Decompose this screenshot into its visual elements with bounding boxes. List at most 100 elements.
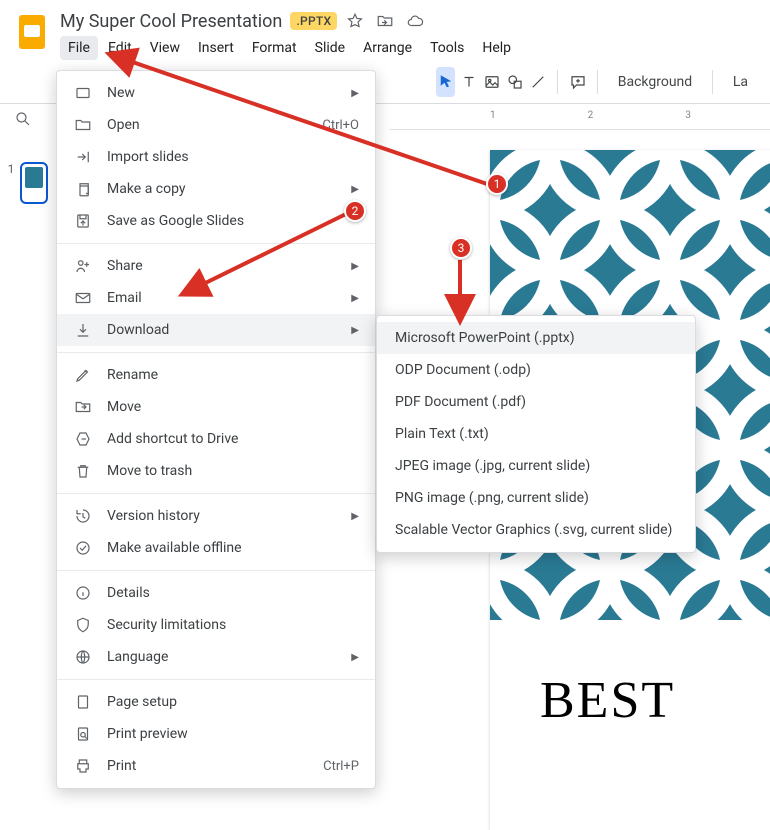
folder-icon (73, 115, 93, 135)
chevron-right-icon: ▶ (351, 652, 359, 663)
menu-insert[interactable]: Insert (190, 36, 242, 60)
menubar: File Edit View Insert Format Slide Arran… (60, 36, 758, 60)
menu-label: Make a copy (107, 181, 337, 197)
chevron-right-icon: ▶ (351, 184, 359, 195)
move-icon (73, 397, 93, 417)
left-rail: 1 (0, 110, 56, 204)
menu-label: Details (107, 585, 359, 601)
ruler-tick: 3 (685, 110, 691, 129)
menu-separator (57, 493, 375, 494)
shield-icon (73, 615, 93, 635)
comment-tool-icon[interactable] (568, 67, 587, 97)
menu-shortcut: Ctrl+P (323, 759, 359, 774)
menu-label: Version history (107, 508, 337, 524)
globe-icon (73, 647, 93, 667)
menu-edit[interactable]: Edit (100, 36, 140, 60)
info-icon (73, 583, 93, 603)
menu-language[interactable]: Language ▶ (57, 641, 375, 673)
download-odp[interactable]: ODP Document (.odp) (377, 354, 695, 386)
download-svg[interactable]: Scalable Vector Graphics (.svg, current … (377, 514, 695, 546)
search-icon[interactable] (14, 110, 42, 138)
menu-add-shortcut[interactable]: Add shortcut to Drive (57, 423, 375, 455)
menu-details[interactable]: Details (57, 577, 375, 609)
horizontal-ruler: 1 2 3 (390, 110, 770, 130)
menu-label: Share (107, 258, 337, 274)
download-txt[interactable]: Plain Text (.txt) (377, 418, 695, 450)
menu-offline[interactable]: Make available offline (57, 532, 375, 564)
menu-shortcut: Ctrl+O (322, 118, 359, 133)
menu-format[interactable]: Format (244, 36, 305, 60)
menu-label: Add shortcut to Drive (107, 431, 359, 447)
email-icon (73, 288, 93, 308)
menu-rename[interactable]: Rename (57, 359, 375, 391)
move-folder-icon[interactable] (375, 11, 395, 31)
doc-title[interactable]: My Super Cool Presentation (60, 11, 282, 32)
ruler-tick: 2 (588, 110, 594, 129)
share-icon (73, 256, 93, 276)
menu-arrange[interactable]: Arrange (355, 36, 420, 60)
cloud-status-icon[interactable] (405, 11, 425, 31)
menu-label: Email (107, 290, 337, 306)
ruler-tick: 1 (490, 110, 496, 129)
file-menu-dropdown: New ▶ Open Ctrl+O Import slides Make a c… (56, 70, 376, 789)
image-tool-icon[interactable] (482, 67, 501, 97)
text-box-tool-icon[interactable] (459, 67, 478, 97)
menu-label: Open (107, 117, 308, 133)
slide-heading[interactable]: BEST (540, 671, 675, 730)
slides-logo-icon[interactable] (12, 12, 52, 52)
menu-label: Import slides (107, 149, 359, 165)
slide-number: 1 (8, 162, 15, 204)
menu-separator (57, 679, 375, 680)
menu-file[interactable]: File (60, 36, 98, 60)
download-pdf[interactable]: PDF Document (.pdf) (377, 386, 695, 418)
menu-move-trash[interactable]: Move to trash (57, 455, 375, 487)
menu-download[interactable]: Download ▶ (57, 314, 375, 346)
pencil-icon (73, 365, 93, 385)
menu-share[interactable]: Share ▶ (57, 250, 375, 282)
shape-tool-icon[interactable] (505, 67, 524, 97)
menu-tools[interactable]: Tools (422, 36, 472, 60)
menu-email[interactable]: Email ▶ (57, 282, 375, 314)
menu-label: Security limitations (107, 617, 359, 633)
menu-version-history[interactable]: Version history ▶ (57, 500, 375, 532)
import-icon (73, 147, 93, 167)
menu-open[interactable]: Open Ctrl+O (57, 109, 375, 141)
menu-page-setup[interactable]: Page setup (57, 686, 375, 718)
print-preview-icon (73, 724, 93, 744)
menu-label: Rename (107, 367, 359, 383)
download-submenu: Microsoft PowerPoint (.pptx) ODP Documen… (376, 315, 696, 553)
file-type-badge: .PPTX (290, 12, 337, 30)
menu-print-preview[interactable]: Print preview (57, 718, 375, 750)
menu-view[interactable]: View (142, 36, 188, 60)
star-icon[interactable] (345, 11, 365, 31)
drive-shortcut-icon (73, 429, 93, 449)
download-png[interactable]: PNG image (.png, current slide) (377, 482, 695, 514)
menu-label: Print preview (107, 726, 359, 742)
menu-slide[interactable]: Slide (307, 36, 353, 60)
menu-new[interactable]: New ▶ (57, 77, 375, 109)
download-icon (73, 320, 93, 340)
menu-print[interactable]: Print Ctrl+P (57, 750, 375, 782)
layout-button[interactable]: La (723, 74, 758, 90)
download-jpeg[interactable]: JPEG image (.jpg, current slide) (377, 450, 695, 482)
menu-import-slides[interactable]: Import slides (57, 141, 375, 173)
menu-security[interactable]: Security limitations (57, 609, 375, 641)
menu-make-copy[interactable]: Make a copy ▶ (57, 173, 375, 205)
title-block: My Super Cool Presentation .PPTX File Ed… (60, 8, 758, 60)
menu-separator (57, 570, 375, 571)
menu-label: Download (107, 322, 337, 338)
background-button[interactable]: Background (608, 74, 702, 90)
menu-save-google-slides[interactable]: Save as Google Slides (57, 205, 375, 237)
menu-label: Save as Google Slides (107, 213, 359, 229)
menu-label: Page setup (107, 694, 359, 710)
menu-help[interactable]: Help (474, 36, 519, 60)
download-pptx[interactable]: Microsoft PowerPoint (.pptx) (377, 322, 695, 354)
slide-thumbnail-1[interactable] (20, 162, 48, 204)
select-tool-icon[interactable] (436, 67, 455, 97)
chevron-right-icon: ▶ (351, 88, 359, 99)
line-tool-icon[interactable] (528, 67, 547, 97)
chevron-right-icon: ▶ (351, 261, 359, 272)
menu-move[interactable]: Move (57, 391, 375, 423)
menu-label: Language (107, 649, 337, 665)
history-icon (73, 506, 93, 526)
